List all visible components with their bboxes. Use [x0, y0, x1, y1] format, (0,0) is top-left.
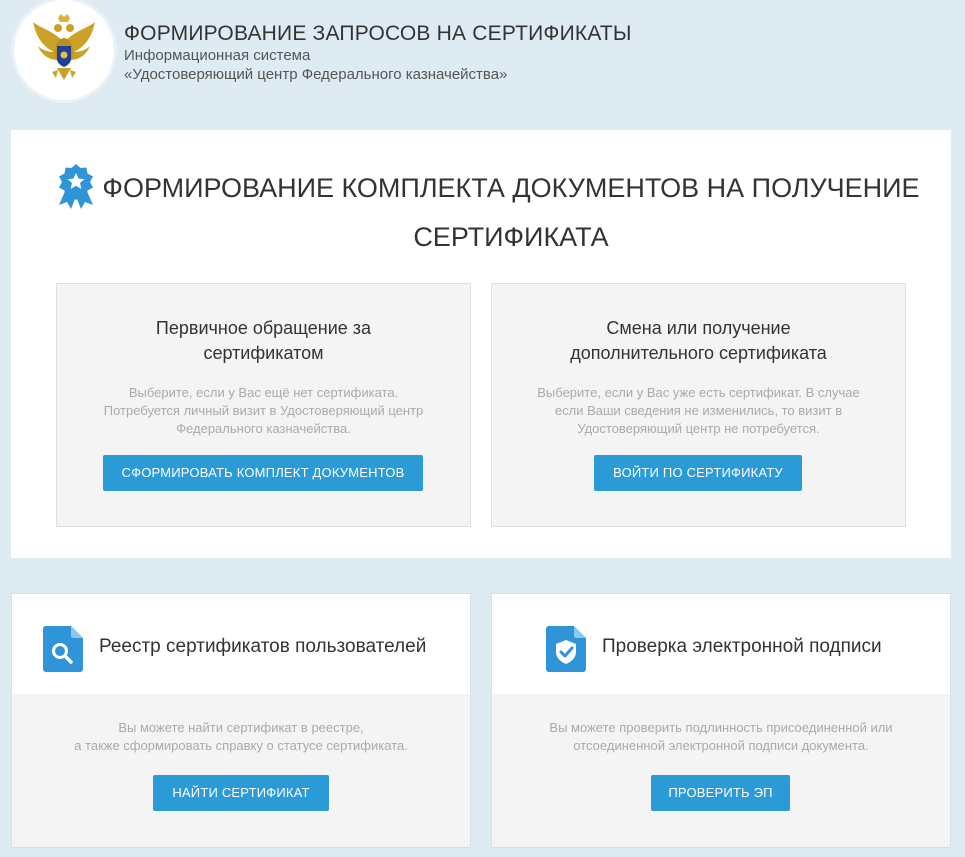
option-title-line1: Первичное обращение за	[155, 318, 372, 338]
logo[interactable]	[14, 0, 114, 100]
option-title-line1: Смена или получение	[606, 318, 791, 338]
header-subtitle-line1: Информационная система	[124, 47, 311, 64]
main-title: ФОРМИРОВАНИЕ КОМПЛЕКТА ДОКУМЕНТОВ НА ПОЛ…	[101, 164, 921, 262]
header-title: ФОРМИРОВАНИЕ ЗАПРОСОВ НА СЕРТИФИКАТЫ	[124, 22, 632, 45]
card-desc-line1: Вы можете проверить подлинность присоеди…	[549, 720, 893, 735]
card-header: Реестр сертификатов пользователей	[12, 594, 470, 694]
main-panel: ФОРМИРОВАНИЕ КОМПЛЕКТА ДОКУМЕНТОВ НА ПОЛ…	[11, 130, 951, 558]
header-subtitle-line2: «Удостоверяющий центр Федерального казна…	[124, 66, 508, 83]
card-title: Реестр сертификатов пользователей	[99, 636, 427, 657]
option-title-line2: дополнительного сертификата	[570, 343, 827, 363]
card-description: Вы можете найти сертификат в реестре, а …	[22, 719, 460, 755]
option-title-line2: сертификатом	[203, 343, 324, 363]
form-document-set-button[interactable]: СФОРМИРОВАТЬ КОМПЛЕКТ ДОКУМЕНТОВ	[103, 455, 423, 491]
login-by-certificate-button[interactable]: ВОЙТИ ПО СЕРТИФИКАТУ	[594, 455, 802, 491]
certificate-registry-card: Реестр сертификатов пользователей Вы мож…	[11, 593, 471, 848]
card-header: Проверка электронной подписи	[492, 594, 950, 694]
option-desc-line1: Выберите, если у Вас ещё нет сертификата…	[128, 385, 399, 400]
main-title-line1: ФОРМИРОВАНИЕ КОМПЛЕКТА ДОКУМЕНТОВ НА ПОЛ…	[102, 173, 920, 203]
option-desc-line1: Выберите, если у Вас уже есть сертификат…	[537, 385, 860, 400]
option-card-change-certificate: Смена или получение дополнительного серт…	[491, 283, 906, 527]
card-title: Проверка электронной подписи	[602, 636, 882, 657]
find-certificate-button[interactable]: НАЙТИ СЕРТИФИКАТ	[153, 775, 329, 811]
card-description: Вы можете проверить подлинность присоеди…	[502, 719, 940, 755]
verify-signature-button[interactable]: ПРОВЕРИТЬ ЭП	[651, 775, 790, 811]
document-search-icon	[43, 626, 83, 677]
option-description: Выберите, если у Вас уже есть сертификат…	[512, 384, 885, 438]
option-desc-line2: если Ваши сведения не изменились, то виз…	[554, 403, 843, 418]
option-card-primary-request: Первичное обращение за сертификатом Выбе…	[56, 283, 471, 527]
main-title-line2: СЕРТИФИКАТА	[413, 222, 609, 252]
option-desc-line3: Удостоверяющий центр не потребуется.	[577, 421, 820, 436]
document-shield-check-icon	[546, 626, 586, 677]
option-description: Выберите, если у Вас ещё нет сертификата…	[77, 384, 450, 438]
signature-check-card: Проверка электронной подписи Вы можете п…	[491, 593, 951, 848]
card-desc-line2: отсоединенной электронной подписи докуме…	[573, 738, 869, 753]
eagle-emblem-icon	[33, 14, 95, 80]
card-desc-line2: а также сформировать справку о статусе с…	[74, 738, 408, 753]
option-desc-line3: Федерального казначейства.	[176, 421, 351, 436]
option-desc-line2: Потребуется личный визит в Удостоверяющи…	[103, 403, 424, 418]
award-ribbon-icon	[56, 163, 96, 214]
card-desc-line1: Вы можете найти сертификат в реестре,	[118, 720, 364, 735]
option-title: Смена или получение дополнительного серт…	[492, 316, 905, 366]
option-title: Первичное обращение за сертификатом	[57, 316, 470, 366]
